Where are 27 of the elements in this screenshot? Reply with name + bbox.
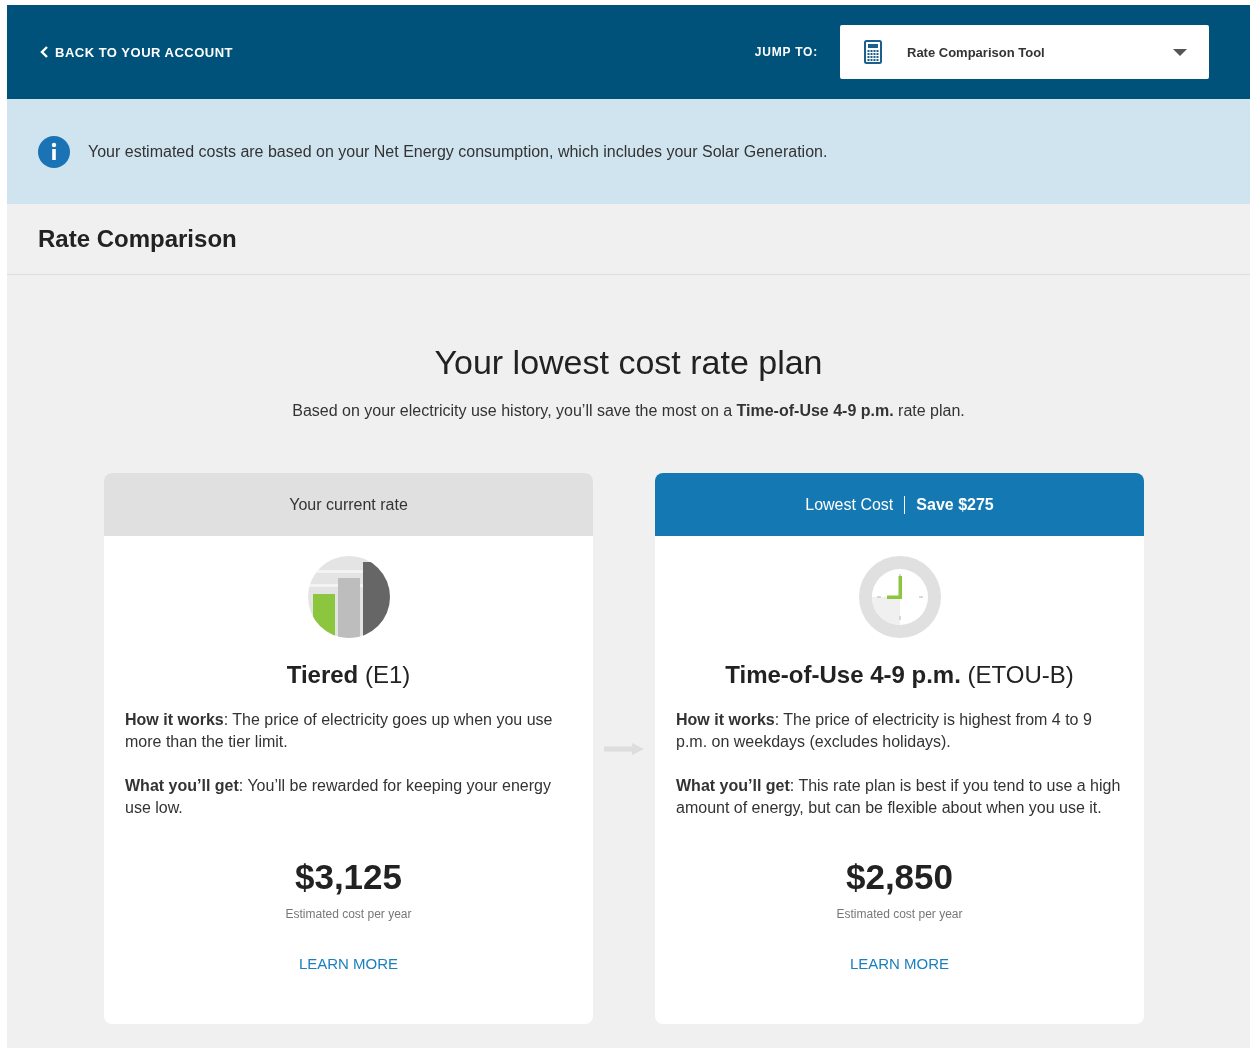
benefit-text: What you’ll get: This rate plan is best if you tend to use a high amount of energy, but can be flexible about when you use it. [676,776,1122,818]
cost-caption: Estimated cost per year [285,907,412,921]
hero-subtitle: Based on your electricity use history, you’ll save the most on a Time-of-Use 4-9 p.m. rate plan. [292,402,965,420]
jump-to-label: JUMP TO: [754,45,818,59]
cost-caption: Estimated cost per year [836,907,963,921]
benefit-text: What you’ll get: You’ll be rewarded for keeping your energy use low. [125,776,552,818]
chevron-left-icon [40,46,49,58]
caret-down-icon [1173,48,1187,56]
plan-name: Tiered (E1) [286,661,411,689]
back-link[interactable]: BACK TO YOUR ACCOUNT [40,44,234,60]
plan-name: Time-of-Use 4-9 p.m. (ETOU-B) [725,661,1074,689]
clock-icon [858,556,941,638]
learn-more-link[interactable]: LEARN MORE [849,955,950,972]
estimated-cost: $2,850 [845,857,954,897]
how-it-works-text: How it works: The price of electricity goes up when you use more than the tier limit. [125,710,554,752]
calculator-icon [864,40,882,64]
learn-more-link[interactable]: LEARN MORE [298,955,399,972]
card-header-label: Your current rate [289,495,408,514]
how-it-works-text: How it works: The price of electricity is highest from 4 to 9 p.m. on weekdays (excludes holidays). [676,710,1093,752]
estimated-cost: $3,125 [294,857,403,897]
jump-to-dropdown[interactable]: Rate Comparison Tool [840,25,1209,79]
info-icon [38,135,70,168]
page-title: Rate Comparison [38,225,237,253]
info-message: Your estimated costs are based on your Net Energy consumption, which includes your Solar Generation. [88,142,828,161]
card-header-label: Lowest Cost [805,495,894,514]
savings-label: Save $275 [916,495,994,514]
hero-title: Your lowest cost rate plan [434,343,823,382]
